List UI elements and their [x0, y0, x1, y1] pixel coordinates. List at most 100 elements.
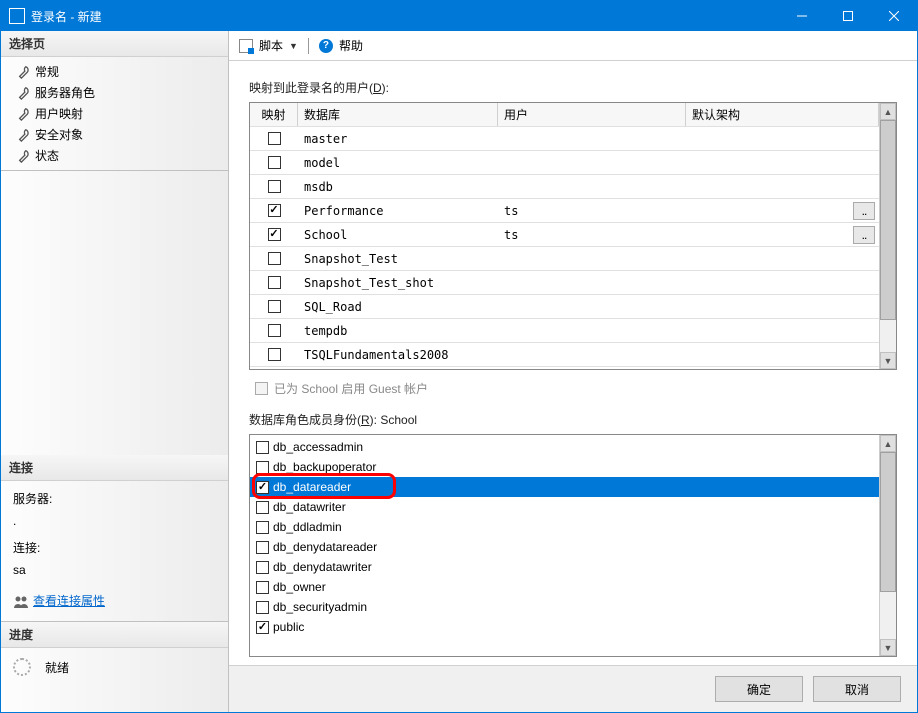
role-item[interactable]: db_securityadmin: [250, 597, 879, 617]
schema-cell[interactable]: ..: [686, 223, 879, 246]
col-db[interactable]: 数据库: [298, 103, 498, 126]
db-cell[interactable]: master: [298, 127, 498, 150]
db-cell[interactable]: SQL_Road: [298, 295, 498, 318]
schema-cell[interactable]: [686, 175, 879, 198]
schema-cell[interactable]: [686, 247, 879, 270]
browse-schema-button[interactable]: ..: [853, 202, 875, 220]
role-checkbox[interactable]: [256, 481, 269, 494]
col-map[interactable]: 映射: [250, 103, 298, 126]
user-cell[interactable]: [498, 127, 686, 150]
titlebar[interactable]: 登录名 - 新建: [1, 1, 917, 31]
table-row[interactable]: Snapshot_Test: [250, 247, 879, 271]
role-checkbox[interactable]: [256, 581, 269, 594]
user-cell[interactable]: [498, 271, 686, 294]
maximize-button[interactable]: [825, 1, 871, 31]
view-connection-properties-link[interactable]: 查看连接属性: [33, 591, 105, 613]
roles-scrollbar[interactable]: ▲ ▼: [879, 435, 896, 656]
scroll-down-icon[interactable]: ▼: [880, 352, 896, 369]
role-item[interactable]: public: [250, 617, 879, 637]
map-checkbox[interactable]: [268, 324, 281, 337]
db-cell[interactable]: Performance: [298, 199, 498, 222]
col-schema[interactable]: 默认架构: [686, 103, 879, 126]
user-cell[interactable]: [498, 319, 686, 342]
nav-item-4[interactable]: 状态: [1, 145, 228, 166]
script-button[interactable]: 脚本: [259, 37, 283, 54]
table-row[interactable]: Snapshot_Test_shot: [250, 271, 879, 295]
role-checkbox[interactable]: [256, 621, 269, 634]
role-checkbox[interactable]: [256, 441, 269, 454]
scroll-up-icon[interactable]: ▲: [880, 103, 896, 120]
connection-header: 连接: [1, 455, 228, 481]
table-row[interactable]: Schoolts..: [250, 223, 879, 247]
schema-cell[interactable]: [686, 271, 879, 294]
db-cell[interactable]: model: [298, 151, 498, 174]
role-checkbox[interactable]: [256, 501, 269, 514]
table-row[interactable]: model: [250, 151, 879, 175]
nav-item-1[interactable]: 服务器角色: [1, 82, 228, 103]
role-item[interactable]: db_denydatawriter: [250, 557, 879, 577]
schema-cell[interactable]: [686, 319, 879, 342]
map-checkbox[interactable]: [268, 300, 281, 313]
schema-cell[interactable]: ..: [686, 199, 879, 222]
scroll-thumb[interactable]: [880, 452, 896, 592]
table-row[interactable]: TSQLFundamentals2008: [250, 343, 879, 367]
map-checkbox[interactable]: [268, 180, 281, 193]
role-checkbox[interactable]: [256, 601, 269, 614]
ok-button[interactable]: 确定: [715, 676, 803, 702]
map-checkbox[interactable]: [268, 252, 281, 265]
table-row[interactable]: tempdb: [250, 319, 879, 343]
scroll-down-icon[interactable]: ▼: [880, 639, 896, 656]
db-cell[interactable]: TSQLFundamentals2008: [298, 343, 498, 366]
db-cell[interactable]: Snapshot_Test: [298, 247, 498, 270]
table-row[interactable]: master: [250, 127, 879, 151]
db-cell[interactable]: School: [298, 223, 498, 246]
table-row[interactable]: msdb: [250, 175, 879, 199]
table-row[interactable]: Performancets..: [250, 199, 879, 223]
map-checkbox[interactable]: [268, 228, 281, 241]
schema-cell[interactable]: [686, 151, 879, 174]
user-cell[interactable]: [498, 175, 686, 198]
role-item[interactable]: db_owner: [250, 577, 879, 597]
role-item[interactable]: db_datawriter: [250, 497, 879, 517]
map-checkbox[interactable]: [268, 276, 281, 289]
script-dropdown-icon[interactable]: ▼: [289, 41, 298, 51]
scroll-up-icon[interactable]: ▲: [880, 435, 896, 452]
role-item[interactable]: db_backupoperator: [250, 457, 879, 477]
role-item[interactable]: db_datareader: [250, 477, 879, 497]
role-checkbox[interactable]: [256, 561, 269, 574]
scroll-thumb[interactable]: [880, 120, 896, 320]
map-checkbox[interactable]: [268, 132, 281, 145]
schema-cell[interactable]: [686, 127, 879, 150]
user-cell[interactable]: [498, 343, 686, 366]
user-cell[interactable]: [498, 295, 686, 318]
role-item[interactable]: db_denydatareader: [250, 537, 879, 557]
minimize-button[interactable]: [779, 1, 825, 31]
role-checkbox[interactable]: [256, 521, 269, 534]
help-button[interactable]: 帮助: [339, 37, 363, 54]
role-checkbox[interactable]: [256, 541, 269, 554]
user-cell[interactable]: ts: [498, 223, 686, 246]
cancel-button[interactable]: 取消: [813, 676, 901, 702]
role-item[interactable]: db_ddladmin: [250, 517, 879, 537]
nav-item-2[interactable]: 用户映射: [1, 103, 228, 124]
close-button[interactable]: [871, 1, 917, 31]
role-checkbox[interactable]: [256, 461, 269, 474]
schema-cell[interactable]: [686, 343, 879, 366]
browse-schema-button[interactable]: ..: [853, 226, 875, 244]
user-cell[interactable]: [498, 151, 686, 174]
user-cell[interactable]: [498, 247, 686, 270]
col-user[interactable]: 用户: [498, 103, 686, 126]
schema-cell[interactable]: [686, 295, 879, 318]
map-checkbox[interactable]: [268, 348, 281, 361]
user-cell[interactable]: ts: [498, 199, 686, 222]
nav-item-3[interactable]: 安全对象: [1, 124, 228, 145]
table-row[interactable]: SQL_Road: [250, 295, 879, 319]
db-cell[interactable]: tempdb: [298, 319, 498, 342]
map-checkbox[interactable]: [268, 156, 281, 169]
db-cell[interactable]: Snapshot_Test_shot: [298, 271, 498, 294]
map-checkbox[interactable]: [268, 204, 281, 217]
db-cell[interactable]: msdb: [298, 175, 498, 198]
nav-item-0[interactable]: 常规: [1, 61, 228, 82]
mapping-scrollbar[interactable]: ▲ ▼: [879, 103, 896, 369]
role-item[interactable]: db_accessadmin: [250, 437, 879, 457]
